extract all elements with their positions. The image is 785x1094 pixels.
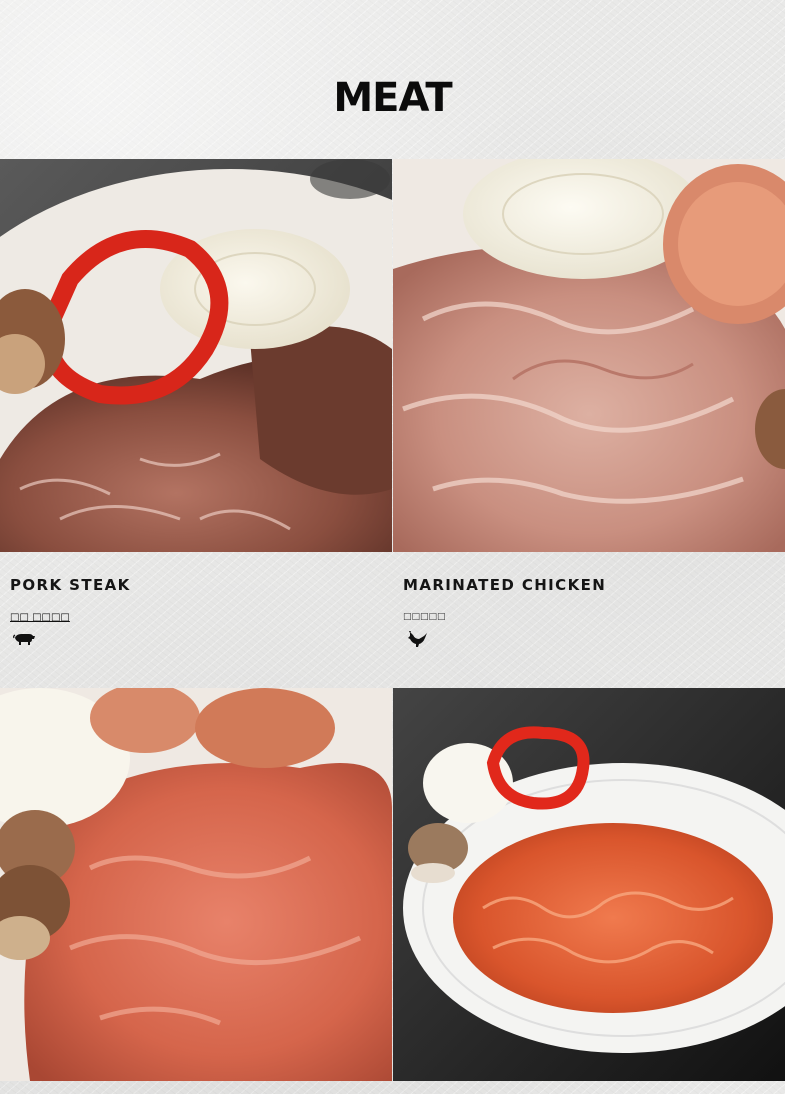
rooster-icon: [408, 631, 427, 647]
item-subtitle: □□ □□□□: [10, 612, 70, 623]
menu-item-4-photo[interactable]: [393, 688, 785, 1081]
pork-steak-caption: PORK STEAK □□ □□□□: [0, 552, 392, 688]
menu-item-3-photo[interactable]: [0, 688, 392, 1081]
marinated-chicken-photo[interactable]: [393, 159, 785, 552]
marinated-chicken-caption: MARINATED CHICKEN □□□□□: [393, 552, 785, 688]
item-name: MARINATED CHICKEN: [403, 576, 607, 594]
pig-icon: [13, 634, 35, 645]
page-title: MEAT: [333, 75, 452, 121]
page-header: MEAT: [0, 0, 785, 160]
item-subtitle: □□□□□: [403, 612, 446, 622]
item-name: PORK STEAK: [10, 576, 131, 594]
pork-steak-photo[interactable]: [0, 159, 392, 552]
